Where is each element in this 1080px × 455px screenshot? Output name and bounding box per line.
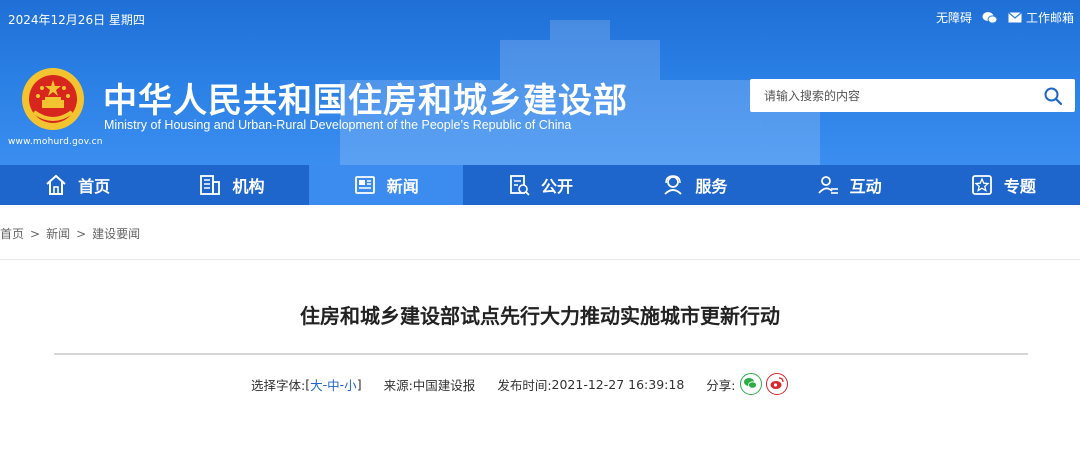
nav-label: 互动 <box>849 177 882 196</box>
search-icon[interactable] <box>1043 86 1063 106</box>
search-input[interactable] <box>750 79 1035 112</box>
site-url: www.mohurd.gov.cn <box>8 137 103 147</box>
published-value: 2021-12-27 16:39:18 <box>551 376 685 392</box>
breadcrumb-news[interactable]: 新闻 <box>46 227 70 241</box>
breadcrumb-home[interactable]: 首页 <box>0 227 24 241</box>
site-header: 2024年12月26日 星期四 无障碍 工作邮箱 www.mohurd.gov.… <box>0 0 1080 165</box>
news-icon <box>354 176 375 194</box>
wechat-link[interactable] <box>982 11 998 25</box>
current-date: 2024年12月26日 星期四 <box>8 13 145 27</box>
nav-label: 机构 <box>232 177 265 196</box>
bracket-close: ] <box>356 376 362 392</box>
topic-icon <box>972 175 992 195</box>
breadcrumb-separator: > <box>76 227 87 241</box>
article-title: 住房和城乡建设部试点先行大力推动实施城市更新行动 <box>300 304 780 328</box>
nav-item-topic[interactable]: 专题 <box>926 165 1080 205</box>
breadcrumb-separator: > <box>30 227 41 241</box>
interaction-icon <box>817 176 838 194</box>
main-nav: 首页 机构 新闻 公开 服务 互动 专题 <box>0 165 1080 205</box>
nav-label: 专题 <box>1003 177 1036 196</box>
share-wechat-button[interactable] <box>739 373 762 395</box>
source-label: 来源: <box>383 377 413 393</box>
wechat-icon <box>982 11 998 24</box>
nav-item-organization[interactable]: 机构 <box>154 165 308 205</box>
font-size-small[interactable]: 小 <box>344 375 357 394</box>
breadcrumb-construction-news[interactable]: 建设要闻 <box>92 227 140 241</box>
building-icon <box>200 175 221 195</box>
top-bar: 2024年12月26日 星期四 无障碍 工作邮箱 <box>0 0 1080 34</box>
search-box <box>750 79 1075 112</box>
nav-label: 首页 <box>78 177 111 196</box>
wechat-icon <box>743 378 757 389</box>
home-icon <box>46 174 66 195</box>
accessibility-link[interactable]: 无障碍 <box>936 9 972 26</box>
disclosure-icon <box>510 175 530 196</box>
published-label: 发布时间: <box>497 377 552 393</box>
work-mail-link[interactable]: 工作邮箱 <box>1008 9 1074 26</box>
nav-label: 公开 <box>541 177 574 196</box>
share-weibo-button[interactable] <box>765 373 788 395</box>
nav-item-disclosure[interactable]: 公开 <box>463 165 617 205</box>
font-size-medium[interactable]: 中 <box>327 375 340 394</box>
nav-label: 新闻 <box>386 177 419 196</box>
article-meta: 选择字体: [ 大 - 中 - 小 ] 来源: 中国建设报 发布时间: 2021… <box>251 373 788 395</box>
nav-item-service[interactable]: 服务 <box>617 165 771 205</box>
nav-item-interaction[interactable]: 互动 <box>771 165 925 205</box>
title-divider <box>54 353 1028 355</box>
font-size-label: 选择字体: <box>251 377 306 393</box>
work-mail-label: 工作邮箱 <box>1025 11 1074 25</box>
mail-icon <box>1008 12 1022 23</box>
site-title-cn[interactable]: 中华人民共和国住房和城乡建设部 <box>103 73 628 122</box>
national-emblem-logo[interactable] <box>20 66 86 132</box>
weibo-icon <box>770 377 784 389</box>
font-size-large[interactable]: 大 <box>310 375 323 394</box>
breadcrumb: 首页 > 新闻 > 建设要闻 <box>0 225 140 242</box>
nav-label: 服务 <box>695 177 728 196</box>
divider <box>0 259 1080 260</box>
site-title-en: Ministry of Housing and Urban-Rural Deve… <box>104 118 572 132</box>
share-label: 分享: <box>706 377 736 393</box>
service-icon <box>664 175 682 195</box>
nav-item-home[interactable]: 首页 <box>0 165 154 205</box>
nav-item-news[interactable]: 新闻 <box>308 165 463 205</box>
source-value: 中国建设报 <box>412 377 476 393</box>
